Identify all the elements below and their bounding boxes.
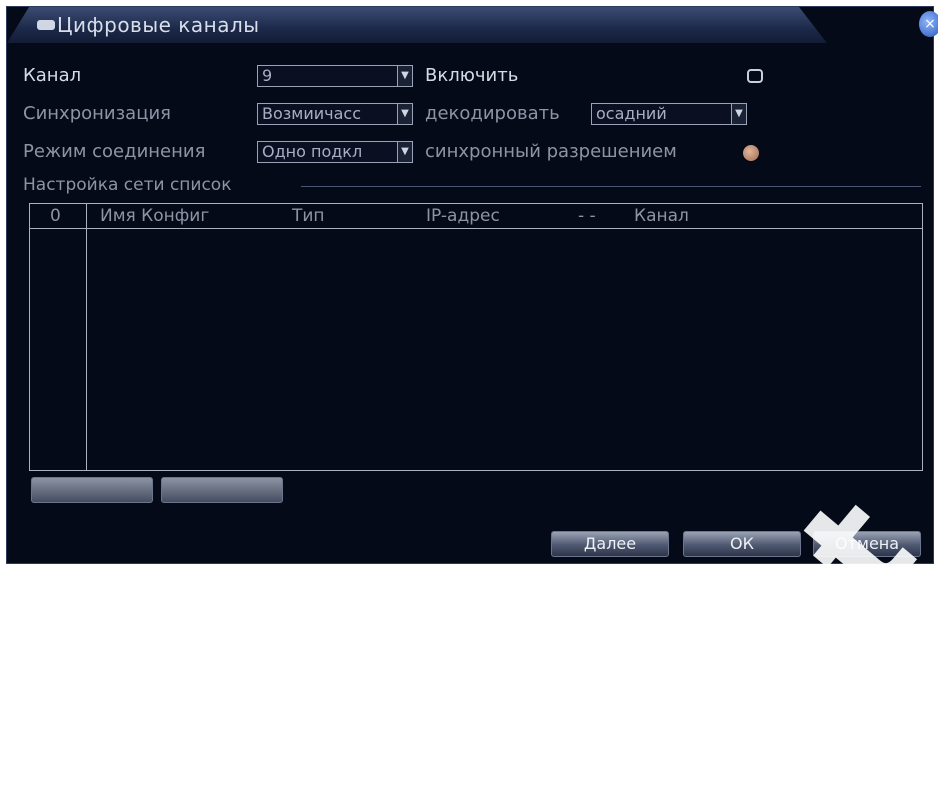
decode-select[interactable]: осадний ▼: [591, 103, 747, 125]
column-config-name: Имя Конфиг: [100, 206, 210, 226]
enable-checkbox[interactable]: [747, 69, 763, 83]
column-dashes: - -: [578, 206, 596, 226]
decode-select-value: осадний: [596, 104, 667, 123]
channel-label: Канал: [23, 65, 82, 86]
add-button[interactable]: [31, 477, 153, 503]
chevron-down-icon: ▼: [397, 66, 412, 86]
decode-label: декодировать: [425, 103, 560, 124]
sync-label: Синхронизация: [23, 103, 171, 124]
column-type: Тип: [292, 206, 325, 226]
column-separator: [86, 204, 87, 470]
network-list-table[interactable]: 0 Имя Конфиг Тип IP-адрес - - Канал: [29, 203, 923, 471]
title-bar: Цифровые каналы: [7, 7, 827, 43]
connect-mode-label: Режим соединения: [23, 141, 206, 162]
group-divider: [301, 186, 921, 187]
sync-resolution-label: синхронный разрешением: [425, 141, 677, 162]
window-icon: [37, 20, 55, 30]
window-title: Цифровые каналы: [57, 13, 260, 37]
delete-button[interactable]: [161, 477, 283, 503]
chevron-down-icon: ▼: [397, 142, 412, 162]
connect-mode-select[interactable]: Одно подкл ▼: [257, 141, 413, 163]
connect-mode-select-value: Одно подкл: [262, 142, 363, 161]
cancel-button[interactable]: Отмена: [813, 531, 921, 557]
channel-select-value: 9: [262, 66, 273, 85]
close-button[interactable]: ×: [919, 11, 938, 37]
table-header: 0 Имя Конфиг Тип IP-адрес - - Канал: [30, 204, 922, 229]
column-ip-address: IP-адрес: [426, 206, 500, 226]
chevron-down-icon: ▼: [397, 104, 412, 124]
digital-channels-dialog: Цифровые каналы × Канал 9 ▼ Включить Син…: [6, 6, 938, 564]
column-channel: Канал: [634, 206, 689, 226]
channel-select[interactable]: 9 ▼: [257, 65, 413, 87]
enable-label: Включить: [425, 65, 519, 86]
chevron-down-icon: ▼: [731, 104, 746, 124]
sync-select-value: Возмиичасс: [262, 104, 361, 123]
column-index: 0: [50, 206, 61, 226]
next-button[interactable]: Далее: [551, 531, 669, 557]
sync-select[interactable]: Возмиичасс ▼: [257, 103, 413, 125]
sync-resolution-indicator[interactable]: [743, 145, 759, 161]
ok-button[interactable]: ОК: [683, 531, 801, 557]
network-group-label: Настройка сети список: [23, 175, 232, 195]
